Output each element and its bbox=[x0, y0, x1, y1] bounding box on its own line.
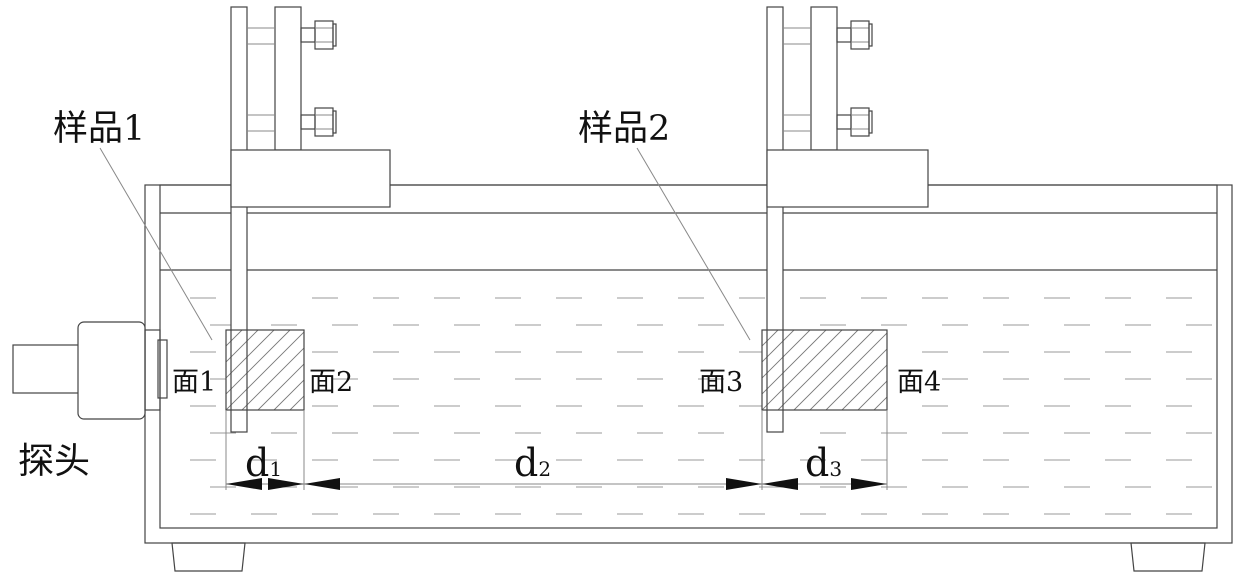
label-d1: d1 bbox=[245, 441, 282, 485]
hatch-line bbox=[938, 330, 1018, 410]
label-face1: 面1 bbox=[172, 367, 216, 398]
water-surface-dashes bbox=[190, 297, 1212, 515]
arrow-d2-left bbox=[304, 478, 340, 490]
label-face4: 面4 bbox=[897, 367, 941, 398]
label-face2: 面2 bbox=[309, 367, 353, 398]
hatch-line bbox=[370, 330, 450, 410]
label-face3: 面3 bbox=[699, 367, 743, 398]
hatch-line bbox=[954, 330, 1034, 410]
screw-1b bbox=[300, 107, 337, 137]
screw-2b bbox=[836, 107, 873, 137]
leader-line-sample2 bbox=[636, 147, 751, 341]
hatch-line bbox=[354, 330, 434, 410]
tank-feet bbox=[171, 542, 1206, 572]
label-sample1: 样品1 bbox=[53, 109, 145, 149]
screw-1a bbox=[300, 20, 337, 50]
probe-transducer bbox=[12, 321, 168, 420]
label-d3: d3 bbox=[805, 441, 842, 485]
arrow-d2-right bbox=[726, 478, 762, 490]
leader-line-sample1 bbox=[99, 147, 213, 341]
water-tank bbox=[144, 184, 1233, 544]
arrow-d3-left bbox=[762, 478, 798, 490]
ultrasonic-test-diagram: 样品1 样品2 面1 面2 面3 面4 探头 d1 d2 d3 bbox=[12, 6, 1233, 572]
arrow-d3-right bbox=[851, 478, 887, 490]
dimension-lines bbox=[225, 410, 888, 490]
label-d2: d2 bbox=[514, 441, 551, 485]
screw-2a bbox=[836, 20, 873, 50]
label-sample2: 样品2 bbox=[578, 109, 670, 149]
label-probe: 探头 bbox=[18, 441, 90, 482]
